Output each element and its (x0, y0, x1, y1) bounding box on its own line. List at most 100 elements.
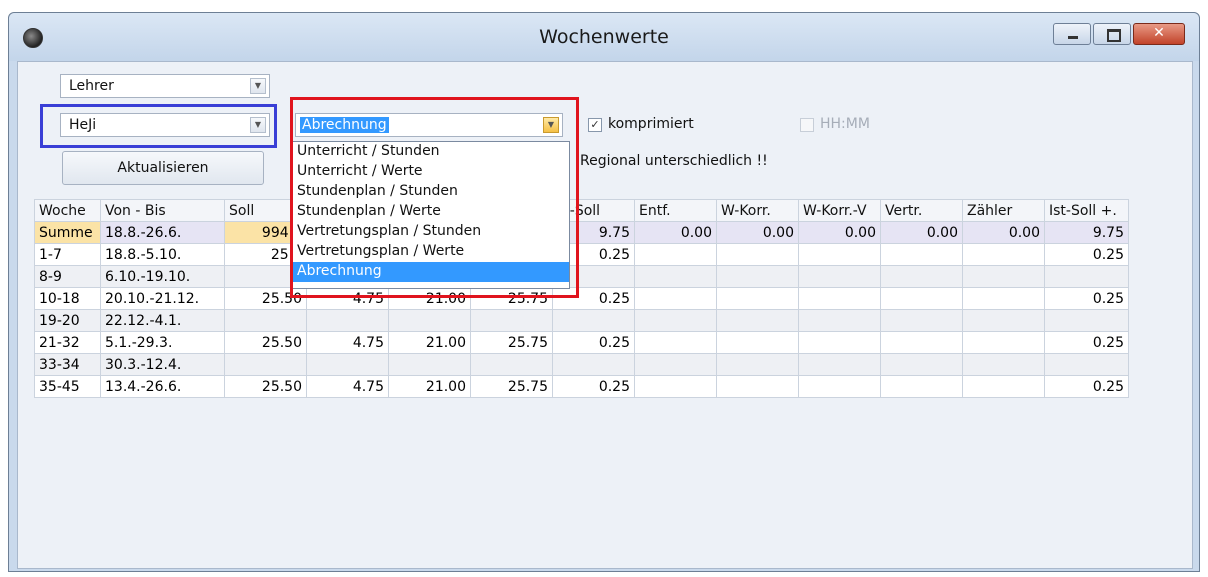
table-cell[interactable]: 25.75 (470, 375, 553, 398)
person-select[interactable]: HeJi ▼ (60, 113, 270, 137)
table-cell[interactable]: 8-9 (34, 265, 101, 288)
table-cell[interactable] (962, 331, 1045, 354)
column-header[interactable]: Von - Bis (100, 199, 225, 222)
table-cell[interactable] (798, 353, 881, 376)
table-row[interactable]: 33-34 30.3.-12.4. (34, 353, 1129, 376)
table-cell[interactable] (962, 375, 1045, 398)
table-cell[interactable]: 0.25 (552, 331, 635, 354)
table-cell[interactable] (880, 375, 963, 398)
column-header[interactable]: W-Korr.-V (798, 199, 881, 222)
table-cell[interactable]: 13.4.-26.6. (100, 375, 225, 398)
table-cell[interactable]: 0.25 (1044, 375, 1129, 398)
table-cell[interactable] (880, 265, 963, 288)
column-header[interactable]: Zähler (962, 199, 1045, 222)
column-header[interactable]: W-Korr. (716, 199, 799, 222)
table-cell[interactable] (880, 331, 963, 354)
table-cell[interactable] (388, 309, 471, 332)
maximize-button[interactable] (1093, 23, 1131, 45)
hhmm-checkbox[interactable] (800, 118, 814, 132)
table-cell[interactable] (634, 375, 717, 398)
compressed-checkbox[interactable]: ✓ (588, 118, 602, 132)
close-button[interactable]: ✕ (1133, 23, 1185, 45)
table-cell[interactable]: 21-32 (34, 331, 101, 354)
table-cell[interactable] (634, 353, 717, 376)
table-cell[interactable]: 19-20 (34, 309, 101, 332)
table-row[interactable]: 1-7 18.8.-5.10. 25.5 0.25 0.25 (34, 243, 1129, 266)
table-cell[interactable]: 33-34 (34, 353, 101, 376)
table-cell[interactable] (798, 265, 881, 288)
table-cell[interactable]: 35-45 (34, 375, 101, 398)
table-cell[interactable]: 10-18 (34, 287, 101, 310)
table-cell[interactable]: 20.10.-21.12. (100, 287, 225, 310)
table-cell[interactable] (306, 309, 389, 332)
column-header[interactable]: Entf. (634, 199, 717, 222)
table-cell[interactable]: 0.00 (962, 221, 1045, 244)
table-cell[interactable] (634, 265, 717, 288)
table-cell[interactable] (470, 309, 553, 332)
table-cell[interactable]: 6.10.-19.10. (100, 265, 225, 288)
table-cell[interactable] (716, 309, 799, 332)
table-cell[interactable]: 5.1.-29.3. (100, 331, 225, 354)
table-cell[interactable]: 30.3.-12.4. (100, 353, 225, 376)
table-cell[interactable]: 0.00 (880, 221, 963, 244)
table-cell[interactable] (388, 353, 471, 376)
table-cell[interactable] (306, 353, 389, 376)
table-cell[interactable] (880, 243, 963, 266)
column-header[interactable]: Ist-Soll +. (1044, 199, 1129, 222)
table-cell[interactable] (716, 353, 799, 376)
table-cell[interactable] (552, 309, 635, 332)
table-cell[interactable]: 0.25 (1044, 331, 1129, 354)
summary-row[interactable]: Summe 18.8.-26.6. 994.5 9.75 0.00 0.00 0.00 0.0… (34, 221, 1129, 244)
table-cell[interactable]: 21.00 (388, 375, 471, 398)
table-cell[interactable]: 4.75 (306, 375, 389, 398)
table-cell[interactable] (798, 309, 881, 332)
table-cell[interactable]: 0.00 (634, 221, 717, 244)
table-row[interactable]: 8-9 6.10.-19.10. (34, 265, 1129, 288)
table-cell[interactable]: 0.25 (1044, 287, 1129, 310)
table-cell[interactable] (1044, 309, 1129, 332)
table-cell[interactable]: 25.75 (470, 331, 553, 354)
table-cell[interactable] (962, 309, 1045, 332)
table-cell[interactable] (634, 331, 717, 354)
table-cell[interactable] (880, 287, 963, 310)
table-cell[interactable] (962, 287, 1045, 310)
table-cell[interactable] (716, 331, 799, 354)
table-cell[interactable] (552, 353, 635, 376)
table-cell[interactable]: 25.50 (224, 331, 307, 354)
table-cell[interactable]: 25.50 (224, 375, 307, 398)
table-cell[interactable]: 21.00 (388, 331, 471, 354)
table-cell[interactable]: 4.75 (306, 331, 389, 354)
table-cell[interactable] (1044, 353, 1129, 376)
table-cell[interactable] (716, 243, 799, 266)
table-cell[interactable]: 22.12.-4.1. (100, 309, 225, 332)
table-cell[interactable] (962, 243, 1045, 266)
type-select[interactable]: Lehrer ▼ (60, 74, 270, 98)
table-cell[interactable] (224, 353, 307, 376)
table-cell[interactable] (224, 309, 307, 332)
table-cell[interactable]: 0.25 (552, 375, 635, 398)
table-cell[interactable] (962, 353, 1045, 376)
table-cell[interactable] (880, 353, 963, 376)
table-cell[interactable] (716, 375, 799, 398)
table-cell[interactable] (634, 243, 717, 266)
table-cell[interactable] (716, 287, 799, 310)
table-cell[interactable]: 0.00 (716, 221, 799, 244)
column-header[interactable]: Woche (34, 199, 101, 222)
table-cell[interactable] (880, 309, 963, 332)
table-cell[interactable] (798, 243, 881, 266)
table-cell[interactable]: 1-7 (34, 243, 101, 266)
table-cell[interactable] (1044, 265, 1129, 288)
table-cell[interactable]: Summe (34, 221, 101, 244)
table-cell[interactable] (962, 265, 1045, 288)
table-cell[interactable]: 0.00 (798, 221, 881, 244)
table-cell[interactable]: 18.8.-5.10. (100, 243, 225, 266)
chevron-down-icon[interactable]: ▼ (250, 78, 266, 94)
table-cell[interactable]: 9.75 (1044, 221, 1129, 244)
chevron-down-icon[interactable]: ▼ (250, 117, 266, 133)
table-cell[interactable] (798, 331, 881, 354)
table-cell[interactable] (634, 309, 717, 332)
table-row[interactable]: 21-32 5.1.-29.3. 25.50 4.75 21.00 25.75 0.25 0.… (34, 331, 1129, 354)
minimize-button[interactable] (1053, 23, 1091, 45)
table-cell[interactable] (798, 287, 881, 310)
title-bar[interactable]: Wochenwerte ✕ (9, 13, 1199, 61)
